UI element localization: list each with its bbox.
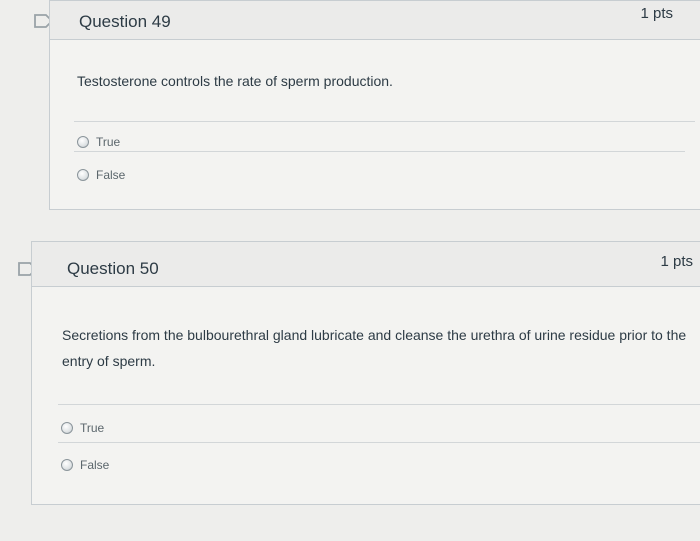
question-points: 1 pts	[660, 253, 693, 270]
radio-button[interactable]	[77, 169, 89, 181]
answer-label: False	[80, 458, 110, 472]
answer-false[interactable]: False	[61, 458, 109, 472]
answer-label: True	[80, 421, 105, 435]
question-text: Secretions from the bulbourethral gland …	[62, 327, 687, 369]
question-header: Question 50 1 pts	[32, 242, 700, 287]
radio-button[interactable]	[77, 136, 89, 148]
question-50-card: Question 50 1 pts Secretions from the bu…	[31, 241, 700, 505]
divider	[74, 151, 685, 152]
answer-label: True	[96, 135, 121, 149]
answer-false[interactable]: False	[77, 168, 125, 182]
question-points: 1 pts	[640, 5, 673, 22]
question-text: Testosterone controls the rate of sperm …	[77, 73, 393, 89]
question-49-card: Question 49 1 pts Testosterone controls …	[49, 0, 700, 210]
question-title: Question 50	[67, 259, 159, 278]
divider	[74, 121, 695, 122]
divider	[58, 404, 700, 405]
question-title: Question 49	[79, 12, 171, 31]
radio-button[interactable]	[61, 459, 73, 471]
answer-true[interactable]: True	[61, 421, 104, 435]
radio-button[interactable]	[61, 422, 73, 434]
answer-label: False	[96, 168, 126, 182]
divider	[58, 442, 700, 443]
question-header: Question 49 1 pts	[50, 1, 700, 40]
answer-true[interactable]: True	[77, 135, 120, 149]
